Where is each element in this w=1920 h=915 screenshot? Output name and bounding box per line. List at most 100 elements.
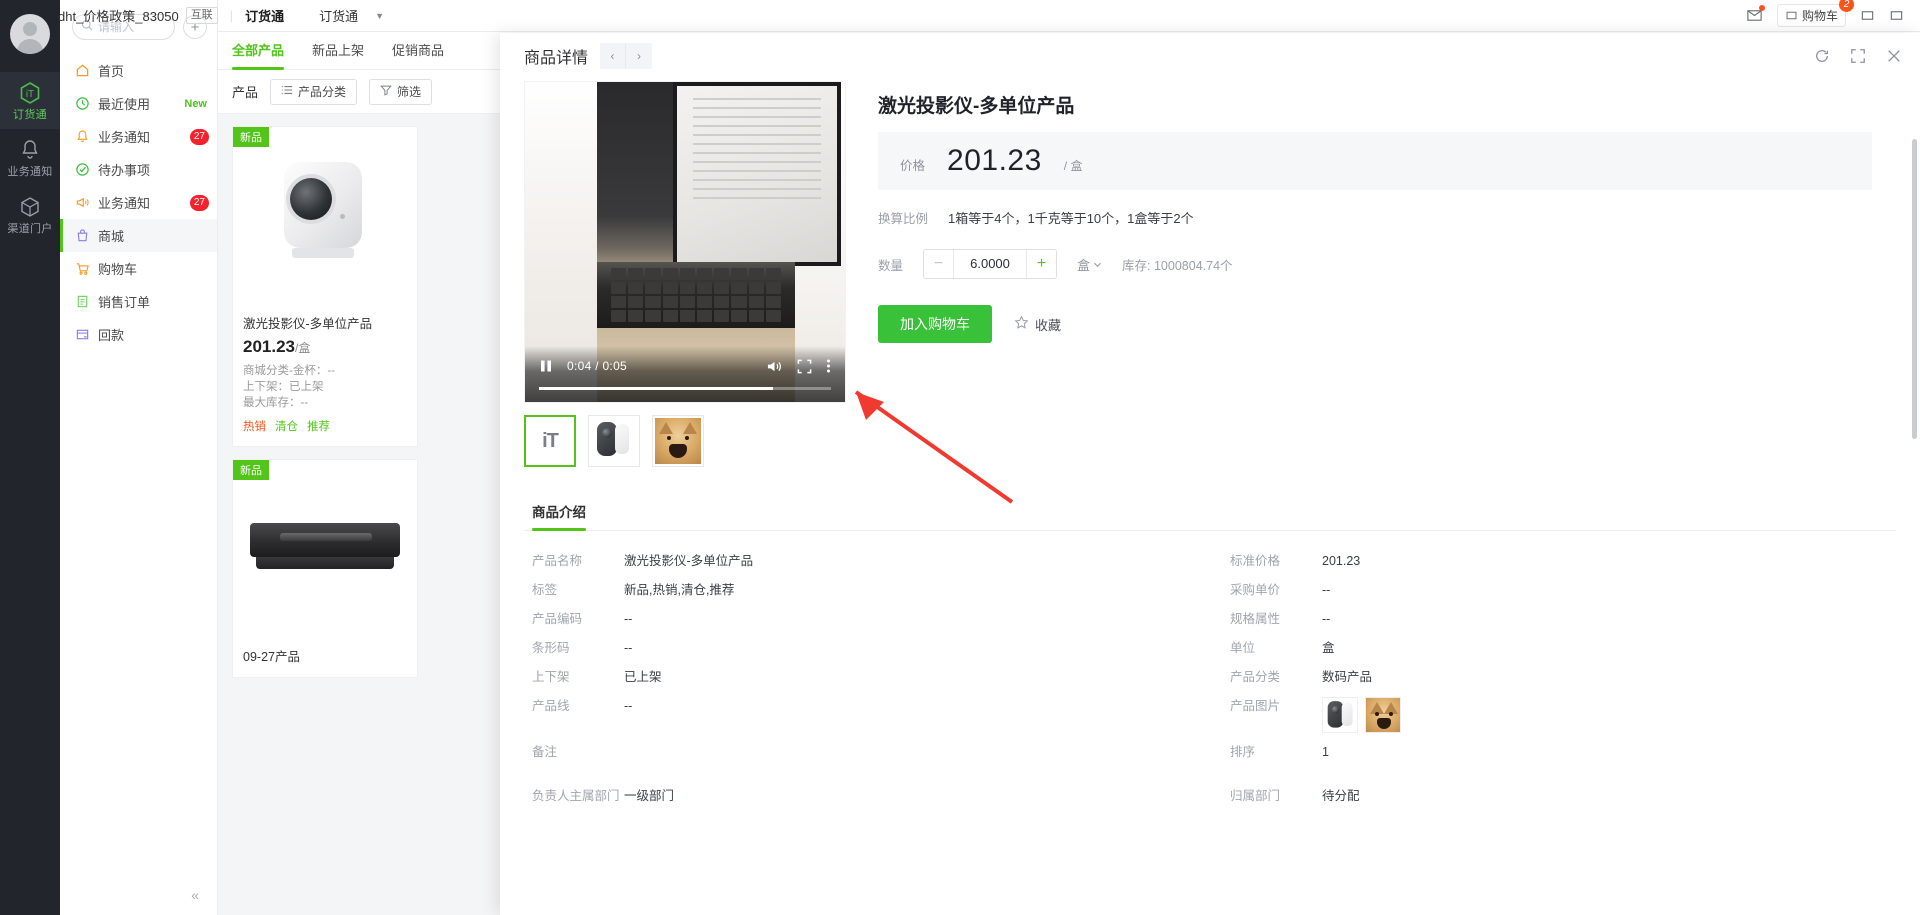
clock-icon [74, 96, 90, 112]
app-switcher[interactable]: 订货通 [319, 6, 358, 25]
tag-hot: 热销 [243, 421, 266, 433]
field-value: 1 [1322, 745, 1329, 759]
price-amount: 201.23 [243, 337, 295, 356]
video-progress-bar[interactable] [539, 387, 831, 390]
sidebar-item-label: 首页 [98, 64, 125, 79]
minimize-icon[interactable] [1860, 8, 1875, 23]
sidebar-item-cart[interactable]: 购物车 [60, 252, 217, 285]
rail-item-label: 渠道门户 [7, 223, 53, 236]
refresh-icon[interactable] [1814, 48, 1830, 64]
collapse-sidebar-button[interactable]: « [60, 875, 217, 915]
table-row: 规格属性 -- [1230, 605, 1888, 634]
table-row: 条形码 -- [532, 634, 1190, 663]
chevron-down-icon[interactable]: ▼ [375, 11, 384, 21]
rail-item-notifications[interactable]: 业务通知 [0, 129, 60, 186]
product-card-name: 09-27产品 [243, 650, 300, 664]
avatar[interactable] [10, 14, 50, 54]
unit-select[interactable]: 盒 [1077, 255, 1102, 274]
field-label: 单位 [1230, 641, 1256, 655]
maximize-icon[interactable] [1889, 8, 1904, 23]
sidebar-item-label: 业务通知 [98, 130, 151, 145]
fullscreen-icon[interactable] [1850, 48, 1866, 64]
check-circle-icon [74, 162, 90, 178]
cart-button[interactable]: 购物车 2 [1776, 0, 1854, 27]
tab-promotions[interactable]: 促销商品 [392, 32, 444, 70]
product-title: 激光投影仪-多单位产品 [878, 96, 1075, 117]
field-value: 待分配 [1322, 789, 1360, 803]
filter-button-label: 筛选 [397, 85, 422, 99]
video-time: 0:04 / 0:05 [567, 359, 628, 373]
projector-illustration [270, 156, 380, 276]
tenant-tag: 互联 [185, 7, 218, 24]
table-row: 产品名称 激光投影仪-多单位产品 [532, 547, 1190, 576]
tab-product-intro[interactable]: 商品介绍 [532, 501, 586, 531]
mail-icon[interactable] [1746, 5, 1765, 24]
tab-all-products[interactable]: 全部产品 [232, 32, 285, 70]
top-bar: dht_价格政策_83050 互联 | 订货通 订货通 ▼ 购物车 2 [58, 0, 1920, 32]
sidebar-item-recent[interactable]: 最近使用 New [60, 87, 217, 120]
camera-image[interactable] [1322, 697, 1358, 733]
rail-item-channel-portal[interactable]: 渠道门户 [0, 186, 60, 243]
more-vertical-icon[interactable] [826, 358, 831, 374]
sidebar-item-sales-order[interactable]: 销售订单 [60, 285, 217, 318]
rail-item-label: 业务通知 [7, 166, 53, 179]
product-card[interactable]: 新品 激光投影仪-多单位产品 201.23/盒 商城分类-金杯：-- 上下架：已… [232, 126, 418, 447]
field-label: 负责人主属部门 [532, 789, 620, 803]
product-category-button[interactable]: 产品分类 [270, 78, 358, 105]
prev-product-button[interactable]: ‹ [600, 43, 627, 69]
close-icon[interactable] [1886, 48, 1902, 64]
rail-item-dinghuotong[interactable]: iT 订货通 [0, 72, 60, 130]
breadcrumb: dht_价格政策_83050 互联 | 订货通 订货通 ▼ [58, 6, 384, 25]
drawer-header: 商品详情 ‹ › [500, 33, 1920, 79]
quantity-decrease-button[interactable]: − [924, 250, 955, 278]
price-value: 201.23 [947, 144, 1042, 177]
camera-thumbnail[interactable] [588, 415, 640, 467]
fullscreen-icon[interactable] [797, 359, 812, 374]
logo-thumbnail[interactable]: iT [524, 415, 576, 467]
product-card-image [233, 460, 417, 638]
detail-tabs: 商品介绍 [524, 501, 1896, 531]
doge-image[interactable] [1365, 697, 1401, 733]
meta-line: 上下架：已上架 [243, 381, 324, 393]
bell-icon [0, 138, 60, 164]
field-label: 备注 [532, 745, 558, 759]
sidebar-item-label: 购物车 [98, 262, 138, 277]
quantity-stepper[interactable]: − 6.0000 + [923, 249, 1058, 279]
next-product-button[interactable]: › [626, 43, 653, 69]
sidebar-item-home[interactable]: 首页 [60, 54, 217, 87]
video-player[interactable]: 0:04 / 0:05 [524, 81, 846, 403]
megaphone-icon [74, 195, 90, 211]
filter-button[interactable]: 筛选 [369, 78, 433, 105]
conversion-value: 1箱等于4个，1千克等于10个，1盒等于2个 [948, 211, 1194, 226]
add-to-cart-button[interactable]: 加入购物车 [878, 305, 992, 343]
cart-count-badge: 2 [1839, 0, 1854, 12]
product-flag-badge: 新品 [233, 127, 269, 147]
product-card[interactable]: 新品 09-27产品 [232, 459, 418, 678]
top-bar-actions: 购物车 2 [1746, 0, 1910, 27]
app-rail: iT 订货通 业务通知 渠道门户 [0, 0, 60, 915]
field-label: 上下架 [532, 670, 570, 684]
quantity-input[interactable]: 6.0000 [954, 250, 1026, 278]
pause-icon[interactable] [539, 359, 553, 373]
tag-recommended: 推荐 [307, 421, 330, 433]
sidebar-item-business-notice-2[interactable]: 业务通知 27 [60, 186, 217, 219]
table-row: 单位 盒 [1230, 634, 1888, 663]
favorite-button[interactable]: 收藏 [1014, 315, 1061, 334]
bell-icon [74, 129, 90, 145]
tab-new-arrivals[interactable]: 新品上架 [312, 32, 364, 70]
sidebar-item-mall[interactable]: 商城 [60, 219, 217, 252]
sidebar-item-payment[interactable]: 回款 [60, 318, 217, 351]
field-value: -- [624, 641, 633, 655]
sidebar-item-todo[interactable]: 待办事项 [60, 153, 217, 186]
drawer-scrollbar[interactable] [1912, 139, 1917, 439]
rail-item-label: 订货通 [13, 109, 47, 121]
field-label: 排序 [1230, 745, 1256, 759]
doge-thumbnail[interactable] [652, 415, 704, 467]
thumbnail-strip: iT [524, 415, 846, 467]
volume-icon[interactable] [766, 359, 783, 374]
quantity-increase-button[interactable]: + [1026, 250, 1057, 278]
product-card-body: 09-27产品 [233, 638, 417, 677]
bar-projector-illustration [250, 517, 400, 581]
sidebar-item-business-notice-1[interactable]: 业务通知 27 [60, 120, 217, 153]
detail-table: 产品名称 激光投影仪-多单位产品 标准价格 201.23 标签 新品,热销,清仓… [524, 531, 1896, 811]
